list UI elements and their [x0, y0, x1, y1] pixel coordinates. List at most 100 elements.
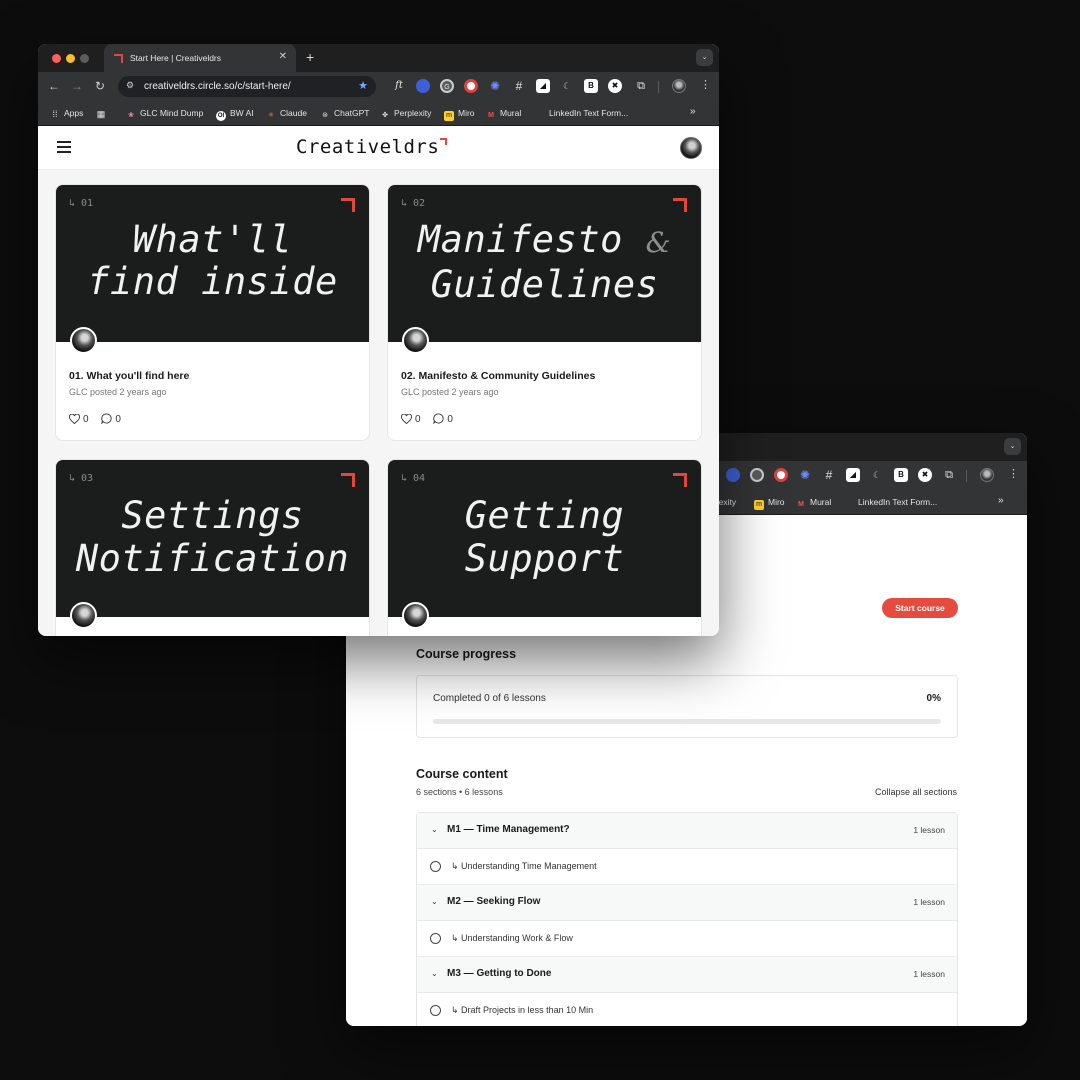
new-tab-button[interactable]: + [306, 49, 314, 65]
extension-icon[interactable]: ◢ [536, 79, 550, 93]
cover-line: Settings [121, 494, 304, 537]
comment-button[interactable]: 0 [433, 413, 453, 425]
bookmark-bw-ai[interactable]: OI BW AI [216, 108, 254, 121]
zoom-window-button[interactable] [80, 54, 89, 63]
back-arrow-icon[interactable]: ← [48, 79, 60, 93]
comment-count: 0 [447, 414, 453, 425]
bookmark-mural[interactable]: M Mural [796, 497, 831, 510]
community-browser-window: Start Here | Creativeldrs ✕ + ⌄ ← → ↻ ⚙ … [38, 44, 719, 636]
collapse-all-button[interactable]: Collapse all sections [875, 787, 957, 797]
lesson-title: ↳ Understanding Time Management [451, 861, 597, 871]
profile-avatar[interactable] [980, 468, 994, 482]
bookmark-perplexity[interactable]: ✤ Perplexity [380, 108, 431, 121]
author-avatar[interactable] [402, 327, 429, 354]
cover-title: Getting Support [388, 494, 701, 580]
close-window-button[interactable] [52, 54, 61, 63]
like-button[interactable]: 0 [401, 413, 421, 425]
puzzle-extensions-icon[interactable]: ⧉ [634, 79, 648, 93]
reload-icon[interactable]: ↻ [95, 79, 105, 93]
font-extension-icon[interactable]: ft [392, 79, 406, 93]
lesson-item[interactable]: ↳ Understanding Time Management [417, 849, 957, 885]
post-number: ↳ 03 [69, 473, 94, 484]
moon-extension-icon[interactable]: ☾ [560, 79, 574, 93]
hamburger-menu-icon[interactable] [57, 141, 71, 153]
ampersand: & [645, 226, 672, 259]
section-header-m3[interactable]: ⌄ M3 — Getting to Done 1 lesson [417, 957, 957, 993]
cover-line: Getting [464, 494, 625, 537]
author-avatar[interactable] [402, 602, 429, 629]
close-tab-icon[interactable]: ✕ [279, 51, 287, 62]
tab-search-button[interactable]: ⌄ [696, 49, 713, 66]
extension-icon[interactable] [464, 79, 478, 93]
post-card-01[interactable]: ↳ 01 What'll find inside 01. What you'll… [55, 184, 370, 441]
post-body [56, 617, 369, 636]
grammarly-icon[interactable]: G [440, 79, 454, 93]
post-card-04[interactable]: ↳ 04 Getting Support [387, 459, 702, 636]
bookmark-apps[interactable]: ⁞⁞ Apps [50, 108, 83, 119]
url-text[interactable]: creativeldrs.circle.so/c/start-here/ [144, 81, 291, 92]
active-tab[interactable]: Start Here | Creativeldrs ✕ [104, 44, 296, 72]
gear-extension-icon[interactable]: ✺ [488, 79, 502, 93]
address-bar[interactable]: ⚙ creativeldrs.circle.so/c/start-here/ ★ [118, 76, 376, 97]
section-header-m1[interactable]: ⌄ M1 — Time Management? 1 lesson [417, 813, 957, 849]
bookmark-grid-icon[interactable]: ▦ [96, 108, 110, 119]
like-button[interactable]: 0 [69, 413, 89, 425]
progress-bar [433, 719, 941, 724]
bookmark-glc-mind-dump[interactable]: ❀ GLC Mind Dump [126, 108, 203, 121]
bookmark-star-icon[interactable]: ★ [358, 79, 368, 92]
extension-icon[interactable]: ◢ [846, 468, 860, 482]
extension-icon[interactable]: B [894, 468, 908, 482]
cover-title: Manifesto & Guidelines [388, 219, 701, 306]
extension-icon[interactable]: ✖ [918, 468, 932, 482]
hash-extension-icon[interactable]: # [822, 468, 836, 482]
gear-extension-icon[interactable]: ✺ [798, 468, 812, 482]
post-cover: ↳ 01 What'll find inside [56, 185, 369, 354]
lesson-status-circle-icon[interactable] [430, 933, 441, 944]
lesson-status-circle-icon[interactable] [430, 861, 441, 872]
forward-arrow-icon[interactable]: → [71, 79, 83, 93]
hash-extension-icon[interactable]: # [512, 79, 526, 93]
bookmark-chatgpt[interactable]: ⊛ ChatGPT [320, 108, 369, 121]
site-header: Creativeldrs [38, 126, 719, 170]
menu-kebab-icon[interactable]: ⋮ [700, 78, 711, 91]
bookmark-miro[interactable]: m Miro [754, 497, 785, 510]
post-title[interactable]: 02. Manifesto & Community Guidelines [401, 370, 595, 382]
bookmark-miro[interactable]: m Miro [444, 108, 475, 121]
more-bookmarks-icon[interactable]: » [998, 495, 1004, 506]
extension-icon[interactable] [726, 468, 740, 482]
more-bookmarks-icon[interactable]: » [690, 106, 696, 117]
lesson-item[interactable]: ↳ Draft Projects in less than 10 Min [417, 993, 957, 1026]
tab-search-button[interactable]: ⌄ [1004, 438, 1021, 455]
lesson-item[interactable]: ↳ Understanding Work & Flow [417, 921, 957, 957]
post-card-02[interactable]: ↳ 02 Manifesto & Guidelines 02. Manifest… [387, 184, 702, 441]
bookmark-linkedin-text[interactable]: LinkedIn Text Form... [549, 108, 628, 118]
post-title[interactable]: 01. What you'll find here [69, 370, 189, 382]
section-header-m2[interactable]: ⌄ M2 — Seeking Flow 1 lesson [417, 885, 957, 921]
posts-grid: ↳ 01 What'll find inside 01. What you'll… [38, 170, 719, 636]
bookmark-claude[interactable]: ✳ Claude [266, 108, 307, 121]
extension-icon[interactable]: B [584, 79, 598, 93]
extension-icon[interactable] [774, 468, 788, 482]
profile-avatar[interactable] [672, 79, 686, 93]
bookmark-mural[interactable]: M Mural [486, 108, 521, 121]
minimize-window-button[interactable] [66, 54, 75, 63]
extension-icon[interactable]: ✖ [608, 79, 622, 93]
author-avatar[interactable] [70, 602, 97, 629]
extension-icon[interactable] [750, 468, 764, 482]
post-card-03[interactable]: ↳ 03 Settings Notification [55, 459, 370, 636]
comment-button[interactable]: 0 [101, 413, 121, 425]
lesson-status-circle-icon[interactable] [430, 1005, 441, 1016]
site-settings-icon[interactable]: ⚙ [126, 80, 134, 91]
site-logo[interactable]: Creativeldrs [296, 136, 448, 158]
bookmark-linkedin-text[interactable]: LinkedIn Text Form... [858, 497, 937, 507]
puzzle-extensions-icon[interactable]: ⧉ [942, 468, 956, 482]
post-cover: ↳ 02 Manifesto & Guidelines [388, 185, 701, 354]
start-course-button[interactable]: Start course [882, 598, 958, 618]
menu-kebab-icon[interactable]: ⋮ [1008, 467, 1019, 480]
moon-extension-icon[interactable]: ☾ [870, 468, 884, 482]
user-avatar[interactable] [680, 137, 702, 159]
chevron-down-icon: ⌄ [431, 969, 438, 978]
extension-icon[interactable] [416, 79, 430, 93]
author-avatar[interactable] [70, 327, 97, 354]
toolbar-separator [658, 81, 659, 93]
